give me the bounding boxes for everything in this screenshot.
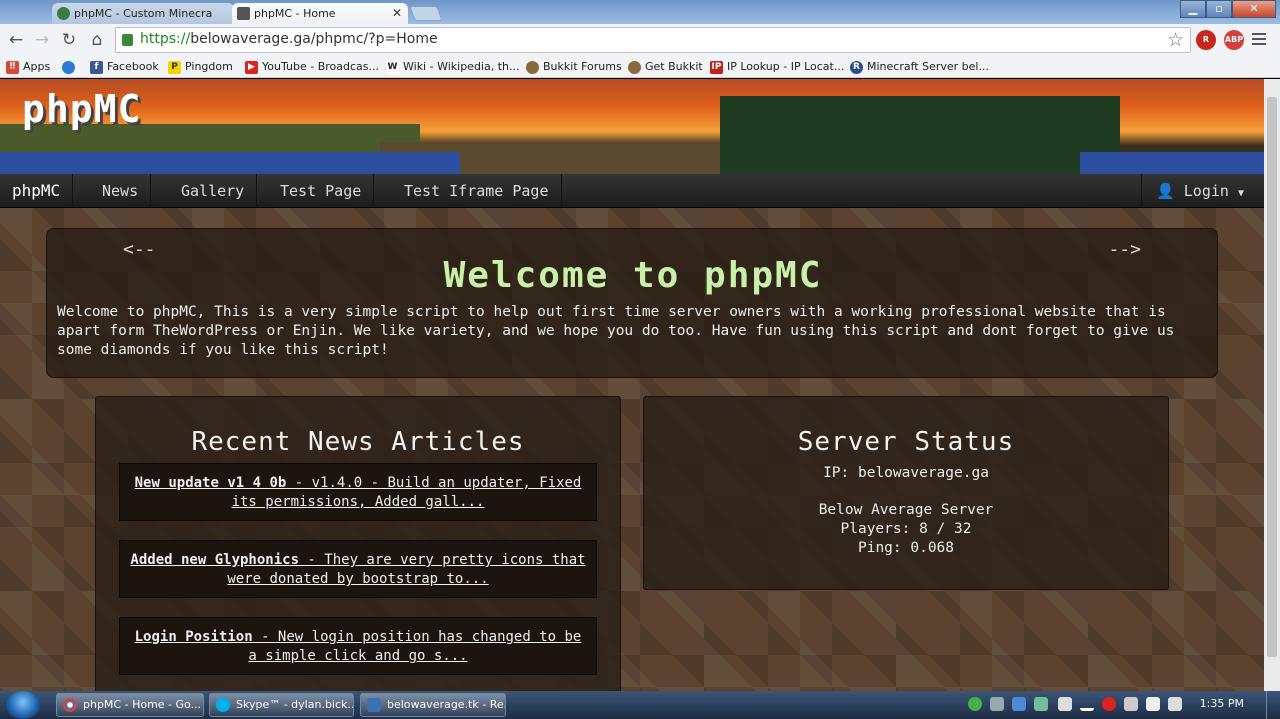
bookmarks-bar: ⠿ Apps f Facebook P Pingdom ▶ YouTube - … <box>0 56 1280 78</box>
login-dropdown[interactable]: 👤 Login ▼ <box>1141 174 1244 208</box>
apps-icon: ⠿ <box>6 61 19 74</box>
web-page: phpMC phpMC News Gallery Test Page Test … <box>0 79 1264 691</box>
site-logo[interactable]: phpMC <box>22 87 141 131</box>
page-scrollbar[interactable] <box>1264 79 1280 691</box>
close-tab-icon[interactable]: ✕ <box>392 3 402 24</box>
start-button[interactable] <box>6 691 40 719</box>
menu-icon[interactable] <box>1252 33 1266 45</box>
youtube-icon: ▶ <box>245 61 258 74</box>
maximize-icon[interactable]: ▫ <box>1206 0 1232 18</box>
bookmark-minecraft-server[interactable]: R Minecraft Server bel... <box>850 58 989 76</box>
tray-notification-icon[interactable] <box>990 697 1004 711</box>
home-icon[interactable]: ⌂ <box>86 29 108 51</box>
reload-icon[interactable]: ↻ <box>58 29 80 51</box>
remote-desktop-icon <box>367 698 381 712</box>
bookmark-globe[interactable] <box>62 58 79 76</box>
bukkit-icon <box>628 61 641 74</box>
nav-news[interactable]: News <box>90 174 152 208</box>
globe-icon <box>62 61 75 74</box>
server-status-panel: Server Status IP: belowaverage.ga Below … <box>643 396 1169 590</box>
skype-icon <box>216 698 230 712</box>
tray-device-icon[interactable] <box>1124 697 1138 711</box>
news-panel: Recent News Articles New update v1 4 0b … <box>95 396 621 691</box>
minimize-icon[interactable]: ▁ <box>1180 0 1206 18</box>
windows-taskbar: phpMC - Home - Go... Skype™ - dylan.bick… <box>0 691 1280 719</box>
bookmark-get-bukkit[interactable]: Get Bukkit <box>628 58 703 76</box>
news-article-link[interactable]: New update v1 4 0b - v1.4.0 - Build an u… <box>119 463 597 521</box>
site-navbar: phpMC News Gallery Test Page Test Iframe… <box>0 174 1264 208</box>
lock-icon <box>122 34 133 46</box>
taskbar-chrome[interactable]: phpMC - Home - Go... <box>56 693 204 717</box>
site-favicon-icon <box>237 7 250 20</box>
action-center-flag-icon[interactable] <box>1146 697 1160 711</box>
news-panel-title: Recent News Articles <box>191 427 525 457</box>
bookmark-ip-lookup[interactable]: IP IP Lookup - IP Locat... <box>710 58 844 76</box>
browser-tab-custom[interactable]: phpMC - Custom Minecra <box>52 3 234 24</box>
bookmark-wikipedia[interactable]: W Wiki - Wikipedia, th... <box>386 58 520 76</box>
nav-gallery[interactable]: Gallery <box>169 174 258 208</box>
banner-water <box>1080 152 1264 174</box>
tray-network-share-icon[interactable] <box>1012 697 1026 711</box>
server-ip: IP: belowaverage.ga <box>823 465 989 481</box>
extension-r-icon[interactable]: R <box>1196 30 1216 50</box>
server-status-title: Server Status <box>797 427 1015 457</box>
welcome-text: Welcome to phpMC, This is a very simple … <box>57 304 1175 358</box>
browser-titlebar: phpMC - Custom Minecra phpMC - Home ✕ ▁ … <box>0 0 1280 24</box>
news-article-link[interactable]: Login Position - New login position has … <box>119 617 597 675</box>
bookmark-youtube[interactable]: ▶ YouTube - Broadcas... <box>245 58 379 76</box>
forward-arrow-icon[interactable]: → <box>31 29 53 51</box>
scrollbar-thumb[interactable] <box>1267 97 1277 657</box>
signal-icon[interactable] <box>1080 697 1094 711</box>
bukkit-icon <box>526 61 539 74</box>
server-players: Players: 8 / 32 <box>840 521 972 537</box>
tab-title: phpMC - Custom Minecra <box>74 7 213 20</box>
nav-test-iframe-page[interactable]: Test Iframe Page <box>392 174 562 208</box>
tray-app-icon[interactable] <box>968 697 982 711</box>
taskbar-remote[interactable]: belowaverage.tk - Re... <box>360 693 506 717</box>
browser-tab-home[interactable]: phpMC - Home ✕ <box>232 3 408 24</box>
volume-icon[interactable] <box>1168 697 1182 711</box>
bookmark-facebook[interactable]: f Facebook <box>90 58 159 76</box>
url-text: https://belowaverage.ga/phpmc/?p=Home <box>140 31 438 47</box>
wikipedia-icon: W <box>386 61 399 74</box>
tray-app-icon[interactable] <box>1034 697 1048 711</box>
bookmark-apps[interactable]: ⠿ Apps <box>6 58 50 76</box>
back-arrow-icon[interactable]: ← <box>5 29 27 51</box>
server-name: Below Average Server <box>818 502 994 518</box>
globe-icon <box>57 7 70 20</box>
tray-device-icon[interactable] <box>1058 697 1072 711</box>
tab-title: phpMC - Home <box>254 7 336 20</box>
tray-app-icon[interactable] <box>1102 697 1116 711</box>
taskbar-skype[interactable]: Skype™ - dylan.bick... <box>209 693 354 717</box>
welcome-title: Welcome to phpMC <box>443 255 823 296</box>
user-icon: 👤 <box>1156 182 1175 200</box>
r-icon: R <box>850 61 863 74</box>
news-article-link[interactable]: Added new Glyphonics - They are very pre… <box>119 540 597 598</box>
banner-water <box>0 152 460 174</box>
window-close-icon[interactable]: ✕ <box>1232 0 1276 18</box>
window-controls: ▁ ▫ ✕ <box>1180 0 1276 19</box>
address-bar[interactable]: https://belowaverage.ga/phpmc/?p=Home ☆ <box>115 27 1191 53</box>
bookmark-bukkit-forums[interactable]: Bukkit Forums <box>526 58 622 76</box>
login-label: Login <box>1183 182 1229 200</box>
server-ping: Ping: 0.068 <box>857 540 955 556</box>
bookmark-star-icon[interactable]: ☆ <box>1167 29 1184 51</box>
browser-toolbar: ← → ↻ ⌂ https://belowaverage.ga/phpmc/?p… <box>0 24 1280 56</box>
banner-trees <box>720 96 1120 174</box>
bookmark-pingdom[interactable]: P Pingdom <box>168 58 233 76</box>
nav-test-page[interactable]: Test Page <box>268 174 375 208</box>
pingdom-icon: P <box>168 61 181 74</box>
caret-down-icon: ▼ <box>1237 188 1244 199</box>
taskbar-clock[interactable]: 1:35 PM <box>1200 697 1244 710</box>
new-tab-button[interactable] <box>409 6 443 21</box>
site-header-banner: phpMC <box>0 79 1264 174</box>
show-desktop-button[interactable] <box>1266 691 1280 719</box>
facebook-icon: f <box>90 61 103 74</box>
adblock-icon[interactable]: ABP <box>1224 30 1244 50</box>
chrome-icon <box>63 698 77 712</box>
nav-brand[interactable]: phpMC <box>0 174 74 208</box>
ip-icon: IP <box>710 61 723 74</box>
welcome-carousel: <-- --> Welcome to phpMC Welcome to phpM… <box>46 228 1218 378</box>
